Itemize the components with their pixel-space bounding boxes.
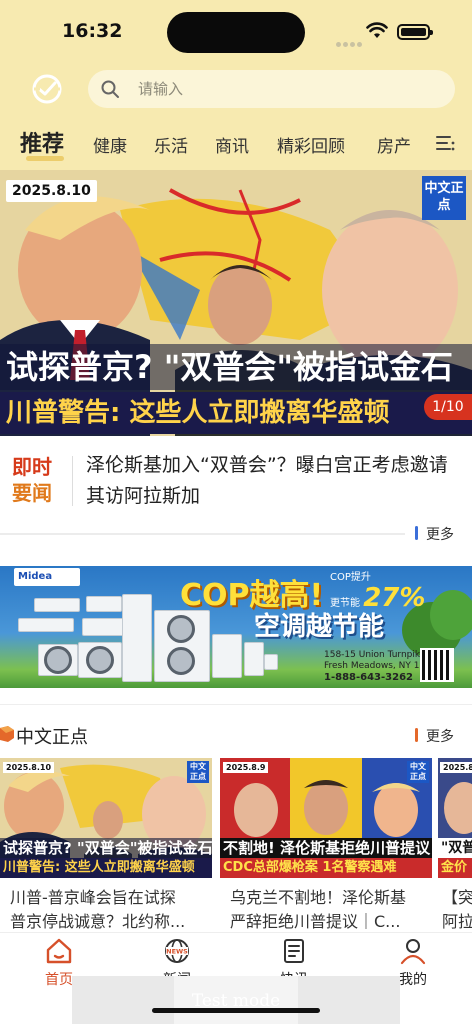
news-globe-icon: NEWS (165, 939, 189, 963)
more-marker (415, 526, 418, 540)
breaking-news[interactable]: 即时 要闻 泽伦斯基加入“双普会”？曝白宫正考虑邀请其访阿拉斯加 (0, 448, 472, 520)
hero-date-badge: 2025.8.10 (6, 180, 97, 202)
news-card-thumbnail: 2025.8.10 中文正点 试探普京? "双普会"被指试金石 川普警告: 这些… (0, 758, 212, 878)
test-mode-label: Test mode (173, 976, 299, 1024)
ad-percent-label: COP提升 (330, 572, 371, 583)
search-icon (101, 80, 119, 98)
breaking-divider (72, 456, 73, 506)
news-card-thumbnail: 2025.8 "双普 金价 (438, 758, 472, 878)
breaking-label-line2: 要闻 (12, 481, 52, 505)
ac-unit-image (82, 618, 124, 636)
more-marker (415, 728, 418, 742)
app-logo-icon[interactable] (30, 72, 64, 106)
tab-real-estate[interactable]: 房产 (377, 132, 411, 157)
ad-brand-logo: Midea (14, 568, 80, 586)
news-card-title-line1: 乌克兰不割地！泽伦斯基 (230, 888, 407, 907)
tab-lifestyle[interactable]: 乐活 (154, 132, 188, 157)
home-indicator[interactable] (152, 1008, 320, 1013)
hero-brand-badge: 中文正点 (422, 176, 466, 220)
news-card-title-line2: 严辞拒绝川普提议｜C... (230, 912, 401, 931)
hero-subtitle: 川普警告: 这些人立即搬离华盛顿 (0, 392, 472, 434)
news-card-thumbnail: 2025.8.9 中文正点 不割地! 泽伦斯基拒绝川普提议 CDC总部爆枪案 1… (220, 758, 432, 878)
tab-health[interactable]: 健康 (93, 132, 127, 157)
news-card[interactable]: 2025.8 "双普 金价 【突 阿拉 (438, 758, 472, 932)
wifi-icon (366, 22, 388, 38)
tab-recommend[interactable]: 推荐 (20, 126, 64, 158)
section-more-link[interactable]: 更多 (426, 726, 454, 746)
tab-business[interactable]: 商讯 (215, 132, 249, 157)
hero-title: 试探普京? "双普会"被指试金石 (0, 344, 472, 390)
test-mode-overlay: Test mode (72, 976, 400, 1024)
card-date-badge: 2025.8.9 (223, 762, 269, 773)
card-subcaption: 川普警告: 这些人立即搬离华盛顿 (0, 858, 212, 878)
category-tabs: 推荐 健康 乐活 商讯 精彩回顾 房产 (0, 126, 472, 162)
ad-phone: 1-888-643-3262 (324, 672, 413, 683)
ac-outdoor-image (78, 642, 122, 678)
card-date-badge: 2025.8 (440, 762, 472, 773)
news-card[interactable]: 2025.8.9 中文正点 不割地! 泽伦斯基拒绝川普提议 CDC总部爆枪案 1… (220, 758, 432, 932)
status-time: 16:32 (62, 20, 123, 42)
section-header: 中文正点 更多 (0, 720, 472, 750)
card-date-badge: 2025.8.10 (3, 762, 55, 773)
news-card-title: 川普-普京峰会旨在试探 普京停战诚意？北约称... (10, 886, 185, 932)
search-bar[interactable] (88, 70, 455, 108)
news-card-title-line1: 【突 (442, 888, 472, 907)
flash-news-icon (284, 939, 304, 963)
tab-highlights[interactable]: 精彩回顾 (277, 132, 345, 157)
search-input[interactable] (138, 70, 438, 108)
card-caption: 不割地! 泽伦斯基拒绝川普提议 (220, 838, 432, 858)
menu-icon[interactable] (436, 134, 456, 152)
news-card-title: 【突 阿拉 (442, 886, 472, 932)
breaking-more-row: 更多 (0, 524, 472, 544)
news-card-title-line2: 阿拉 (442, 912, 472, 931)
breaking-more-link[interactable]: 更多 (426, 524, 454, 544)
ac-unit-image (18, 618, 74, 632)
home-icon (46, 938, 72, 964)
card-caption: 试探普京? "双普会"被指试金石 (0, 838, 212, 858)
breaking-label: 即时 要闻 (12, 454, 62, 506)
ac-outdoor-image (244, 642, 264, 676)
ac-unit-image (34, 598, 80, 612)
tree-image (430, 590, 472, 640)
hero-pager: 1/10 (424, 394, 472, 420)
hero-banner[interactable]: 2025.8.10 中文正点 试探普京? "双普会"被指试金石 川普警告: 这些… (0, 170, 472, 436)
breaking-headline[interactable]: 泽伦斯基加入“双普会”？曝白宫正考虑邀请其访阿拉斯加 (86, 450, 460, 512)
svg-text:NEWS: NEWS (166, 948, 188, 956)
battery-icon (397, 24, 433, 40)
news-card-title-line2: 普京停战诚意？北约称... (10, 912, 186, 931)
divider (0, 704, 472, 705)
profile-icon (400, 939, 426, 965)
ac-outdoor-image (154, 610, 210, 682)
ac-outdoor-image (38, 644, 78, 676)
ad-subheadline: 空调越节能 (254, 612, 385, 642)
news-card-title-line1: 川普-普京峰会旨在试探 (10, 888, 176, 907)
breaking-label-line1: 即时 (12, 455, 52, 479)
ac-tower-image (122, 594, 152, 682)
section-title: 中文正点 (16, 727, 88, 748)
signal-icon (336, 32, 364, 51)
header: 16:32 推荐 健康 乐活 商讯 精彩回顾 房产 (0, 0, 472, 170)
news-card[interactable]: 2025.8.10 中文正点 试探普京? "双普会"被指试金石 川普警告: 这些… (0, 758, 212, 932)
card-brand-badge: 中文正点 (407, 761, 429, 783)
dynamic-island (167, 12, 305, 53)
ad-banner[interactable]: Midea COP越高! COP提升 更节能 27% 空调越节能 158-15 … (0, 566, 472, 688)
section-hexagon-icon (0, 726, 14, 742)
ac-outdoor-image (264, 654, 278, 670)
status-bar: 16:32 (0, 0, 472, 60)
card-caption: "双普 (438, 838, 472, 858)
card-subcaption: 金价 (438, 858, 472, 878)
card-subcaption: CDC总部爆枪案 1名警察遇难 (220, 858, 432, 878)
active-tab-indicator (26, 156, 64, 161)
card-brand-badge: 中文正点 (187, 761, 209, 783)
ac-unit-image (86, 596, 122, 612)
news-card-title: 乌克兰不割地！泽伦斯基 严辞拒绝川普提议｜C... (230, 886, 406, 932)
ac-outdoor-image (212, 634, 242, 678)
qr-code (420, 648, 454, 682)
divider (0, 533, 405, 535)
